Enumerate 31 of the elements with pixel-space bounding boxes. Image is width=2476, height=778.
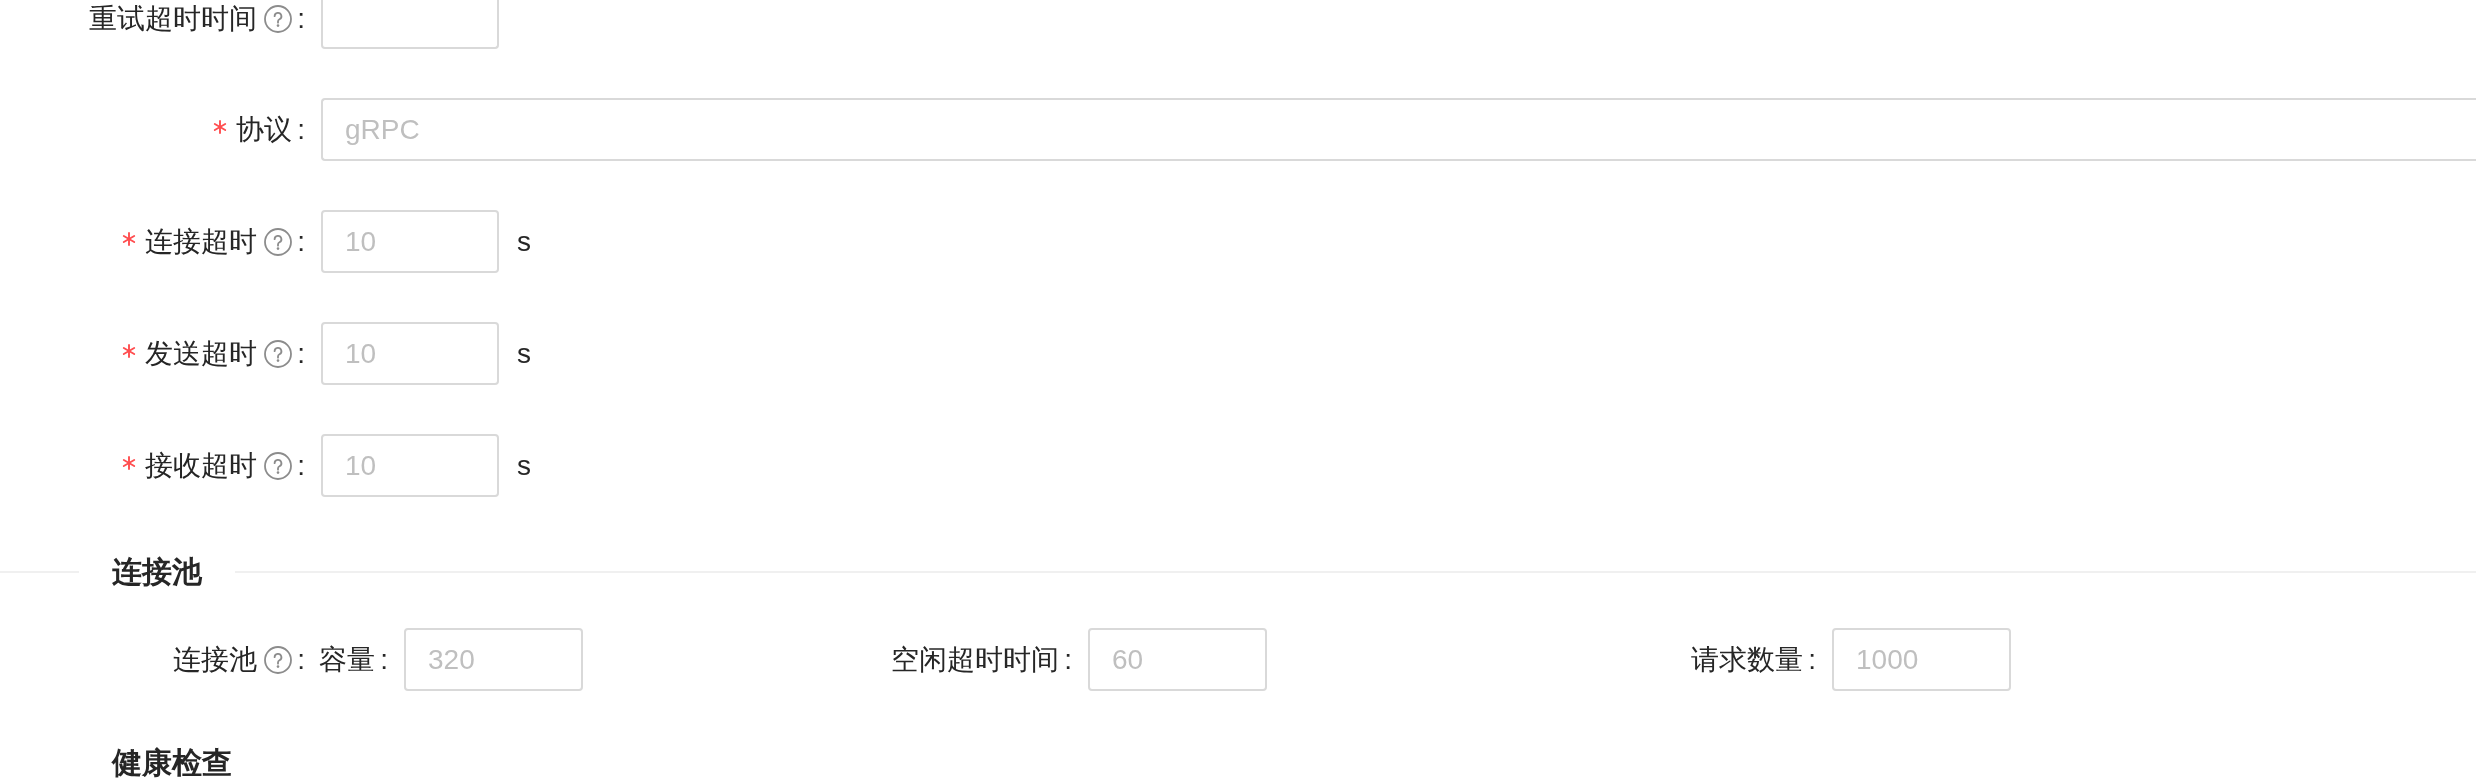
text-input[interactable]: 320 [404,628,583,691]
label-colon: : [380,642,388,677]
field-label: 协议 [236,112,293,147]
label-colon: : [297,642,305,677]
text-input[interactable]: 10 [321,434,499,497]
text-input[interactable]: gRPC [321,98,2476,161]
text-input[interactable]: 10 [321,322,499,385]
field-label: 请求数量 [1691,642,1804,677]
unit-label: s [517,224,531,259]
text-input[interactable] [321,0,499,49]
field-label: 空闲超时时间 [891,642,1060,677]
text-input[interactable]: 1000 [1832,628,2011,691]
section-title: 连接池 [111,554,203,590]
label-colon: : [297,2,305,36]
label-colon: : [297,448,305,483]
section-title: 健康检查 [110,745,233,778]
field-label: 发送超时 [145,336,258,371]
field-label: 连接池 [173,642,258,677]
field-label: 接收超时 [145,448,258,483]
unit-label: s [517,448,531,483]
label-colon: : [297,112,305,147]
field-label: 重试超时时间 [89,2,258,36]
field-label: 容量 [319,642,376,677]
field-label: 连接超时 [145,224,258,259]
label-colon: : [1808,642,1816,677]
label-colon: : [297,336,305,371]
text-input[interactable]: 10 [321,210,499,273]
label-colon: : [1064,642,1072,677]
unit-label: s [517,336,531,371]
label-colon: : [297,224,305,259]
text-input[interactable]: 60 [1088,628,1267,691]
